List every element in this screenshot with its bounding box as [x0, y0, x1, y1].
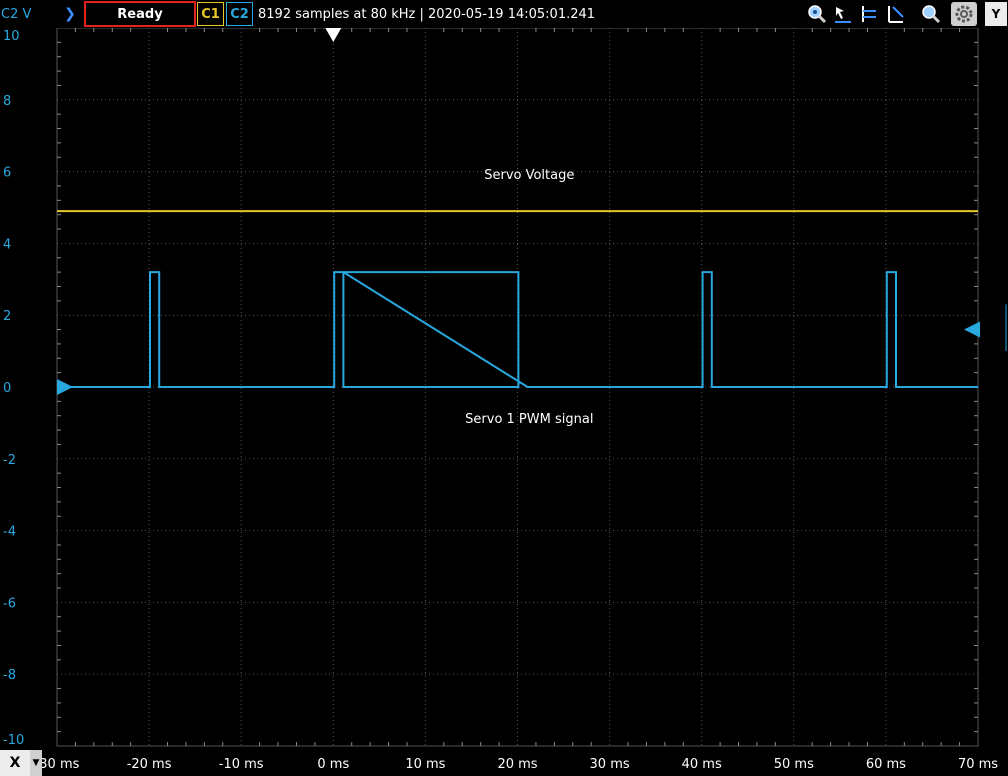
settings-gear-icon[interactable] — [951, 2, 977, 26]
y-tick-label: -2 — [3, 453, 16, 468]
channel-2-button[interactable]: C2 — [226, 2, 253, 26]
x-tick-label: 0 ms — [317, 757, 349, 772]
trace-c2 — [57, 271, 978, 388]
annotation-label: Servo 1 PWM signal — [465, 412, 593, 427]
y-tick-label: 4 — [3, 237, 11, 252]
expand-arrow-icon[interactable]: ❯ — [62, 0, 78, 28]
y-tick-label: 2 — [3, 309, 11, 324]
zoom-reset-icon[interactable] — [806, 3, 828, 25]
x-tick-label: -20 ms — [127, 757, 172, 772]
c2-offset-marker[interactable] — [57, 379, 73, 395]
x-tick-label: 10 ms — [405, 757, 445, 772]
x-tick-label: 50 ms — [774, 757, 814, 772]
cursor-icon[interactable] — [832, 3, 854, 25]
x-tick-label: 20 ms — [497, 757, 537, 772]
channel-1-button[interactable]: C1 — [197, 2, 224, 26]
annotation-label: Servo Voltage — [484, 168, 574, 183]
acquisition-info: 8192 samples at 80 kHz | 2020-05-19 14:0… — [258, 6, 596, 22]
y-tick-label: -8 — [3, 668, 16, 683]
zoom-icon[interactable] — [920, 3, 942, 25]
y-axis-unit-label: C2 V — [1, 6, 32, 22]
y-tick-label: -4 — [3, 525, 16, 540]
y-tick-label: -6 — [3, 596, 16, 611]
c2-trigger-level-marker[interactable] — [964, 321, 980, 338]
y-tick-label: -10 — [3, 733, 24, 748]
status-indicator[interactable]: Ready — [84, 1, 196, 27]
cursor-vertical-icon[interactable] — [884, 3, 906, 25]
tick-labels: 1086420-2-4-6-8-10-30 ms -20 ms -10 ms 0 ms… — [3, 29, 998, 772]
toolbar: C2 V ❯ Ready C1 C2 8192 samples at 80 kH… — [0, 0, 1008, 28]
y-tick-label: 6 — [3, 166, 11, 181]
x-tick-label: 40 ms — [682, 757, 722, 772]
x-axis-button[interactable]: X — [0, 750, 30, 776]
oscilloscope-plot[interactable]: 1086420-2-4-6-8-10-30 ms -20 ms -10 ms 0 ms… — [0, 0, 1008, 776]
cursor-horizontal-icon[interactable] — [858, 3, 880, 25]
x-tick-label: 70 ms — [958, 757, 998, 772]
y-tick-label: 10 — [3, 29, 20, 44]
y-tick-label: 8 — [3, 94, 11, 109]
x-tick-label: -10 ms — [219, 757, 264, 772]
chevron-down-icon[interactable]: ▼ — [30, 750, 42, 776]
x-tick-label: 30 ms — [590, 757, 630, 772]
x-tick-label: 60 ms — [866, 757, 906, 772]
y-axis-button[interactable]: Y — [985, 2, 1007, 26]
traces — [57, 210, 978, 388]
trigger-position-marker[interactable] — [325, 28, 342, 42]
y-tick-label: 0 — [3, 381, 11, 396]
